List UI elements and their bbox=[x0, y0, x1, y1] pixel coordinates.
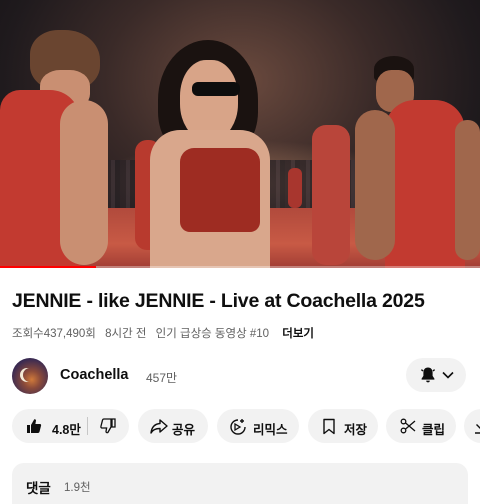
dancer-back-2 bbox=[312, 125, 350, 265]
channel-name[interactable]: Coachella bbox=[60, 367, 129, 383]
remix-button[interactable]: 리믹스 bbox=[217, 409, 299, 443]
save-label: 저장 bbox=[344, 423, 368, 437]
dancer-right-body bbox=[385, 100, 465, 268]
comments-count: 1.9천 bbox=[64, 482, 91, 494]
comments-label: 댓글 bbox=[26, 481, 51, 496]
video-player[interactable] bbox=[0, 0, 480, 268]
channel-avatar[interactable] bbox=[12, 358, 48, 394]
share-icon bbox=[150, 419, 168, 434]
bookmark-icon bbox=[323, 418, 335, 435]
performer-sunglasses bbox=[192, 82, 240, 96]
dancer-left-arm bbox=[60, 100, 108, 265]
thumbs-down-icon bbox=[100, 418, 116, 434]
clip-label: 클립 bbox=[422, 423, 446, 437]
performer-top bbox=[180, 148, 260, 232]
dancer-back-3 bbox=[288, 168, 302, 208]
like-button[interactable]: 4.8만 bbox=[12, 409, 87, 443]
like-dislike-group: 4.8만 bbox=[12, 409, 129, 443]
comments-panel[interactable]: 댓글 1.9천 bbox=[12, 463, 468, 504]
thumbs-up-icon bbox=[27, 419, 42, 433]
trending-badge: 인기 급상승 동영상 #10 bbox=[155, 328, 270, 340]
dancer-right-arm bbox=[355, 110, 395, 260]
progress-fill bbox=[0, 266, 96, 268]
upload-time: 8시간 전 bbox=[105, 328, 147, 340]
bell-icon bbox=[420, 367, 436, 383]
video-meta[interactable]: 조회수437,490회 8시간 전 인기 급상승 동영상 #10 더보기 bbox=[12, 325, 320, 341]
remix-label: 리믹스 bbox=[253, 423, 288, 437]
remix-icon bbox=[230, 419, 246, 435]
dislike-button[interactable] bbox=[88, 409, 129, 443]
more-link[interactable]: 더보기 bbox=[282, 328, 314, 340]
view-count: 조회수437,490회 bbox=[12, 328, 96, 340]
like-count: 4.8만 bbox=[52, 423, 81, 437]
chevron-down-icon bbox=[442, 371, 454, 379]
video-title[interactable]: JENNIE - like JENNIE - Live at Coachella… bbox=[12, 290, 472, 313]
subscriber-count: 457만 bbox=[146, 371, 178, 385]
download-button[interactable] bbox=[464, 409, 480, 443]
channel-row: Coachella 457만 bbox=[12, 358, 468, 394]
progress-bar[interactable] bbox=[0, 266, 480, 268]
scissors-icon bbox=[400, 418, 416, 434]
save-button[interactable]: 저장 bbox=[308, 409, 378, 443]
download-icon bbox=[475, 424, 480, 434]
subscription-bell-button[interactable] bbox=[406, 358, 466, 392]
moon-icon bbox=[23, 368, 37, 382]
performer-face bbox=[180, 60, 238, 140]
clip-button[interactable]: 클립 bbox=[386, 409, 456, 443]
share-label: 공유 bbox=[172, 423, 196, 437]
action-row: 4.8만 공유 리믹스 저장 클립 bbox=[12, 409, 480, 445]
dancer-right-arm-2 bbox=[455, 120, 480, 260]
share-button[interactable]: 공유 bbox=[138, 409, 208, 443]
